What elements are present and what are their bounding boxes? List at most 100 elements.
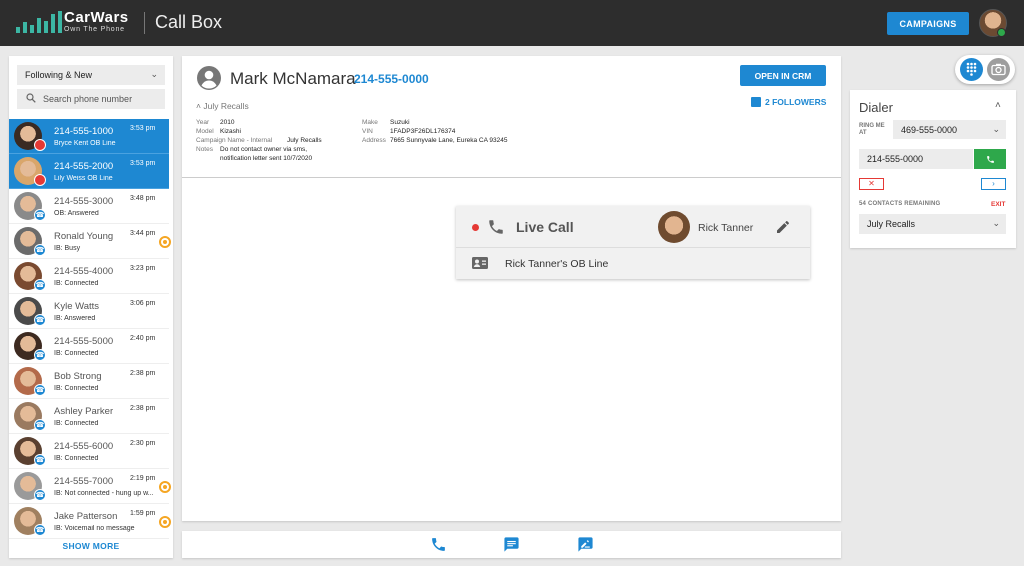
list-item-status: IB: Busy [54,245,81,252]
list-item-title: 214-555-3000 [54,196,114,207]
brand-wordmark: CarWars Own The Phone [64,10,129,34]
detail-value: 7665 Sunnyvale Lane, Eureka CA 93245 [390,137,508,144]
chevron-up-icon[interactable]: ˄ [995,100,1001,111]
list-item[interactable]: ☎ 214-555-3000 OB: Answered 3:48 pm [9,189,169,224]
list-item[interactable]: ☎ Kyle Watts IB: Answered 3:06 pm [9,294,169,329]
list-item-title: Bob Strong [54,371,102,382]
list-item-title: 214-555-7000 [54,476,114,487]
message-icon[interactable] [503,536,520,553]
filter-dropdown[interactable]: Following & New ⌄ [17,65,165,85]
next-contact-button[interactable]: › [981,178,1006,190]
list-item-title: 214-555-1000 [54,126,114,137]
list-item[interactable]: 214-555-1000 Bryce Kent OB Line 3:53 pm [9,119,169,154]
ring-number-dropdown[interactable]: 469-555-0000 ⌄ [893,120,1006,139]
camera-icon [991,63,1006,76]
dial-number-value: 214-555-0000 [867,154,924,164]
search-box[interactable] [17,89,165,109]
list-item[interactable]: ☎ 214-555-6000 IB: Connected 2:30 pm [9,434,169,469]
call-button[interactable] [974,149,1006,169]
list-item-time: 2:38 pm [130,405,156,412]
detail-value: Suzuki [390,119,410,126]
list-item-time: 1:59 pm [130,510,156,517]
list-item-status: OB: Answered [54,210,99,217]
contact-panel: Mark McNamara 214-555-0000 OPEN IN CRM 2… [182,56,841,521]
dialpad-button[interactable] [960,58,983,81]
list-item[interactable]: ☎ 214-555-4000 IB: Connected 3:23 pm [9,259,169,294]
search-input[interactable] [43,94,158,104]
list-item-time: 2:30 pm [130,440,156,447]
list-item-time: 3:48 pm [130,195,156,202]
phone-icon: ☎ [34,419,46,431]
list-item[interactable]: ☎ 214-555-5000 IB: Connected 2:40 pm [9,329,169,364]
phone-icon: ☎ [34,279,46,291]
agent-avatar [658,211,690,243]
detail-label: Make [362,119,378,126]
list-item[interactable]: ☎ Jake Patterson IB: Voicemail no message 1… [9,504,169,539]
campaign-toggle[interactable]: ˄ July Recalls [196,101,249,111]
detail-value: July Recalls [287,137,322,144]
list-item[interactable]: ☎ 214-555-7000 IB: Not connected - hung up… [9,469,169,504]
list-item[interactable]: ☎ Bob Strong IB: Connected 2:38 pm [9,364,169,399]
contact-card-icon [472,257,488,269]
list-item-status: IB: Not connected - hung up w... [54,490,154,497]
list-item-title: Kyle Watts [54,301,100,312]
list-item-time: 3:53 pm [130,125,156,132]
pencil-icon[interactable] [775,219,791,235]
list-item-time: 2:19 pm [130,475,156,482]
detail-row: Model Kizashi [196,127,322,136]
brand-tagline: Own The Phone [64,26,125,33]
list-item-status: IB: Voicemail no message [54,525,135,532]
phone-icon: ☎ [34,454,46,466]
open-in-crm-button[interactable]: OPEN IN CRM [740,65,826,86]
list-item-time: 3:06 pm [130,300,156,307]
list-item[interactable]: 214-555-2000 Lily Weiss OB Line 3:53 pm [9,154,169,189]
brand-name: CarWars [64,9,129,26]
camera-button[interactable] [987,58,1010,81]
campaign-dropdown[interactable]: July Recalls ⌄ [859,214,1006,234]
detail-row: Notes Do not contact owner via sms, [196,145,322,154]
list-item-status: IB: Connected [54,420,99,427]
skip-contact-button[interactable]: ✕ [859,178,884,190]
list-item[interactable]: ☎ Ashley Parker IB: Connected 2:38 pm [9,399,169,434]
list-item-time: 2:38 pm [130,370,156,377]
top-header: CarWars Own The Phone Call Box CAMPAIGNS [0,0,1024,46]
detail-row: Make Suzuki [362,118,507,127]
detail-value: 1FADP3F26DL176374 [390,128,456,135]
phone-icon: ☎ [34,244,46,256]
detail-label: Model [196,128,214,135]
followers-button[interactable]: 2 FOLLOWERS [751,97,826,107]
live-call-header: Live Call Rick Tanner [456,206,810,248]
detail-row: VIN 1FADP3F26DL176374 [362,127,507,136]
list-item-time: 2:40 pm [130,335,156,342]
online-status-icon [997,28,1006,37]
detail-label: Notes [196,146,213,153]
phone-icon [986,155,994,163]
list-item-time: 3:53 pm [130,160,156,167]
chevron-up-icon: ˄ [196,101,201,111]
active-call-icon [34,139,46,151]
ring-me-at-label: RING ME AT [859,123,885,136]
phone-icon [489,220,503,234]
campaign-value: July Recalls [867,219,916,229]
chevron-down-icon: ⌄ [992,218,1000,228]
exit-button[interactable]: EXIT [991,201,1005,208]
line-label: Rick Tanner's OB Line [505,258,609,270]
campaigns-button[interactable]: CAMPAIGNS [887,12,969,35]
list-item-title: Ashley Parker [54,406,114,417]
list-item-status: Lily Weiss OB Line [54,175,113,182]
show-more-button[interactable]: SHOW MORE [9,541,173,551]
app-title: Call Box [155,12,223,32]
list-item[interactable]: ☎ Ronald Young IB: Busy 3:44 pm [9,224,169,259]
list-item-status: IB: Connected [54,455,99,462]
contacts-remaining: 54 CONTACTS REMAINING [859,201,941,207]
ring-number-value: 469-555-0000 [901,125,958,135]
contact-phone-link[interactable]: 214-555-0000 [354,72,429,86]
header-divider [144,12,145,34]
phone-icon[interactable] [430,536,447,553]
pending-indicator-icon [159,516,171,528]
note-icon[interactable] [577,536,594,553]
dialer-title: Dialer [859,100,893,115]
dial-number-field[interactable]: 214-555-0000 [859,149,973,169]
vehicle-details-left: Year 2010 Model Kizashi Campaign Name - Inte… [196,118,322,163]
phone-icon: ☎ [34,384,46,396]
